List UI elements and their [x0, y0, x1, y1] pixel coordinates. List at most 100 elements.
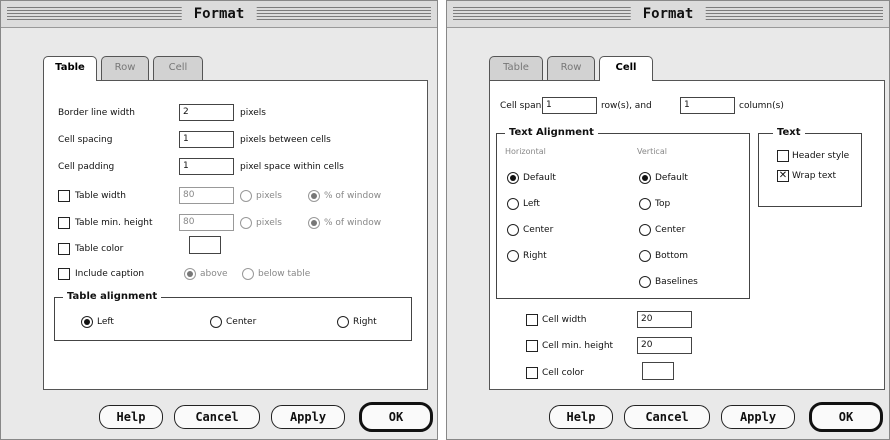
align-right-radio[interactable] [337, 316, 349, 328]
border-line-width-unit: pixels [240, 108, 266, 118]
v-top-label: Top [655, 199, 671, 209]
dialog-title: Format [630, 4, 706, 24]
tab-cell[interactable]: Cell [153, 56, 203, 80]
table-width-pixels-radio[interactable] [240, 190, 252, 202]
caption-below-radio[interactable] [242, 268, 254, 280]
table-width-input[interactable]: 80 [179, 187, 234, 204]
apply-button[interactable]: Apply [721, 405, 795, 429]
table-color-checkbox[interactable] [58, 243, 70, 255]
table-color-label: Table color [75, 244, 124, 254]
text-alignment-group: Text Alignment Horizontal Vertical Defau… [496, 126, 750, 299]
v-bottom-label: Bottom [655, 251, 689, 261]
cell-min-height-label: Cell min. height [542, 341, 614, 351]
tab-table[interactable]: Table [43, 56, 97, 81]
title-bar[interactable]: Format [447, 1, 889, 28]
table-alignment-group: Table alignment Left Center Right [54, 290, 412, 341]
cancel-button[interactable]: Cancel [174, 405, 260, 429]
table-width-percent-label: % of window [324, 191, 382, 201]
cell-width-input[interactable]: 20 [637, 311, 692, 328]
cell-spacing-input[interactable]: 1 [179, 131, 234, 148]
cell-spacing-label: Cell spacing [58, 135, 113, 145]
cell-span-rows-input[interactable]: 1 [542, 97, 597, 114]
v-baselines-label: Baselines [655, 277, 698, 287]
header-style-label: Header style [792, 151, 850, 161]
ok-button[interactable]: OK [359, 402, 433, 432]
ok-button[interactable]: OK [809, 402, 883, 432]
cell-span-label: Cell span [500, 101, 542, 111]
table-tab-panel: Border line width 2 pixels Cell spacing … [43, 80, 428, 390]
format-dialog-cell: Format Table Row Cell Cell span 1 row(s)… [446, 0, 890, 440]
table-min-height-percent-label: % of window [324, 218, 382, 228]
caption-below-label: below table [258, 269, 311, 279]
cell-padding-unit: pixel space within cells [240, 162, 344, 172]
table-min-height-label: Table min. height [75, 218, 153, 228]
v-default-radio[interactable] [639, 172, 651, 184]
cell-min-height-checkbox[interactable] [526, 340, 538, 352]
v-default-label: Default [655, 173, 688, 183]
wrap-text-label: Wrap text [792, 171, 837, 181]
h-right-label: Right [523, 251, 547, 261]
tab-row[interactable]: Row [547, 56, 595, 80]
table-min-height-pixels-radio[interactable] [240, 217, 252, 229]
v-center-radio[interactable] [639, 224, 651, 236]
cell-span-cols-label: column(s) [739, 101, 784, 111]
cell-span-cols-input[interactable]: 1 [680, 97, 735, 114]
align-right-label: Right [353, 317, 377, 327]
align-left-label: Left [97, 317, 114, 327]
cell-color-checkbox[interactable] [526, 367, 538, 379]
cancel-button[interactable]: Cancel [624, 405, 710, 429]
table-width-pixels-label: pixels [256, 191, 282, 201]
v-top-radio[interactable] [639, 198, 651, 210]
h-left-radio[interactable] [507, 198, 519, 210]
vertical-heading: Vertical [637, 147, 667, 156]
h-center-radio[interactable] [507, 224, 519, 236]
v-baselines-radio[interactable] [639, 276, 651, 288]
text-group-legend: Text [773, 126, 805, 140]
h-left-label: Left [523, 199, 540, 209]
h-default-radio[interactable] [507, 172, 519, 184]
include-caption-checkbox[interactable] [58, 268, 70, 280]
dialog-title: Format [181, 4, 257, 24]
table-width-percent-radio[interactable] [308, 190, 320, 202]
format-dialog-table: Format Table Row Cell Border line width … [0, 0, 438, 440]
apply-button[interactable]: Apply [271, 405, 345, 429]
border-line-width-input[interactable]: 2 [179, 104, 234, 121]
wrap-text-checkbox[interactable]: ✕ [777, 170, 789, 182]
horizontal-heading: Horizontal [505, 147, 546, 156]
caption-above-label: above [200, 269, 228, 279]
table-min-height-pixels-label: pixels [256, 218, 282, 228]
tab-bar: Table Row Cell [489, 56, 689, 81]
table-min-height-checkbox[interactable] [58, 217, 70, 229]
tab-table[interactable]: Table [489, 56, 543, 80]
table-width-checkbox[interactable] [58, 190, 70, 202]
align-left-radio[interactable] [81, 316, 93, 328]
h-default-label: Default [523, 173, 556, 183]
cell-width-label: Cell width [542, 315, 587, 325]
table-min-height-input[interactable]: 80 [179, 214, 234, 231]
title-bar[interactable]: Format [1, 1, 437, 28]
table-alignment-legend: Table alignment [63, 290, 162, 304]
header-style-checkbox[interactable] [777, 150, 789, 162]
cell-padding-label: Cell padding [58, 162, 115, 172]
align-center-label: Center [226, 317, 257, 327]
cell-span-rows-label: row(s), and [601, 101, 652, 111]
table-width-label: Table width [75, 191, 126, 201]
cell-color-swatch[interactable] [642, 362, 674, 380]
cell-min-height-input[interactable]: 20 [637, 337, 692, 354]
help-button[interactable]: Help [99, 405, 163, 429]
tab-row[interactable]: Row [101, 56, 149, 80]
v-bottom-radio[interactable] [639, 250, 651, 262]
cell-spacing-unit: pixels between cells [240, 135, 331, 145]
tab-cell[interactable]: Cell [599, 56, 653, 81]
caption-above-radio[interactable] [184, 268, 196, 280]
text-style-group: Text Header style ✕ Wrap text [758, 126, 862, 207]
h-center-label: Center [523, 225, 554, 235]
table-color-swatch[interactable] [189, 236, 221, 254]
table-min-height-percent-radio[interactable] [308, 217, 320, 229]
h-right-radio[interactable] [507, 250, 519, 262]
help-button[interactable]: Help [549, 405, 613, 429]
cell-padding-input[interactable]: 1 [179, 158, 234, 175]
align-center-radio[interactable] [210, 316, 222, 328]
cell-width-checkbox[interactable] [526, 314, 538, 326]
include-caption-label: Include caption [75, 269, 145, 279]
